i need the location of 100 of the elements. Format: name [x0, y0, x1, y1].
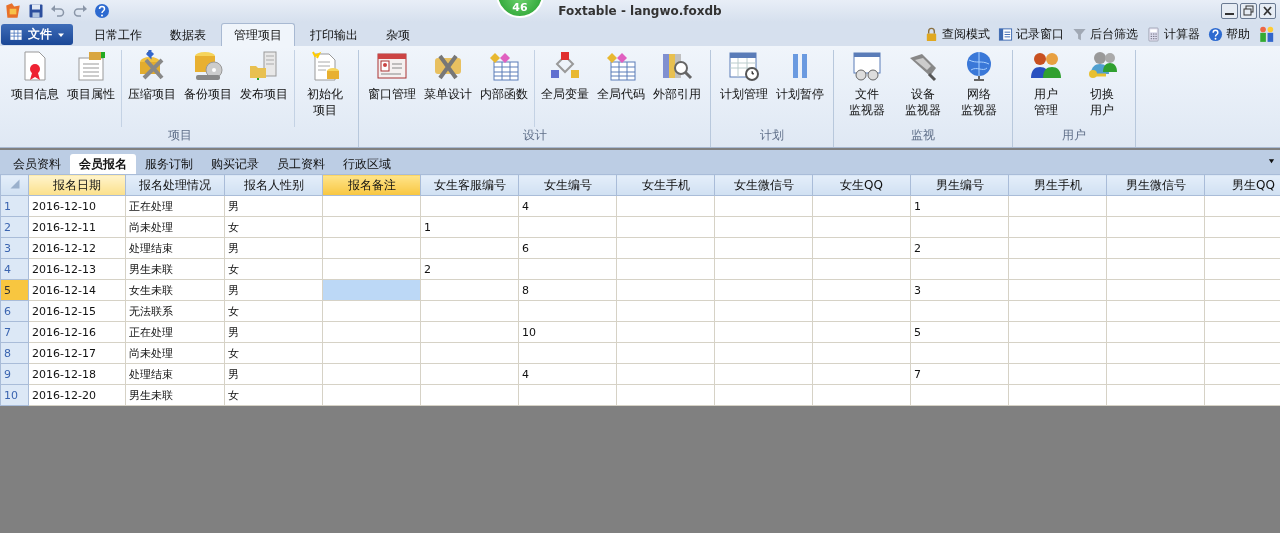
sheet-tab[interactable]: 会员报名: [70, 154, 136, 174]
ribbon-button[interactable]: 压缩项目: [124, 50, 180, 127]
ribbon-tab[interactable]: 管理项目: [221, 23, 295, 46]
table-cell: 6: [518, 237, 617, 259]
restore-button[interactable]: [1240, 3, 1257, 19]
toolbar-button[interactable]: 计算器: [1146, 25, 1200, 43]
table-cell: 2016-12-14: [28, 279, 126, 301]
ribbon-button[interactable]: 计划管理: [716, 50, 772, 127]
table-cell: 2016-12-12: [28, 237, 126, 259]
column-header[interactable]: 女生客服编号: [420, 174, 519, 196]
group-label: 计划: [760, 127, 784, 144]
row-number[interactable]: 9: [0, 363, 29, 385]
table-cell: 男: [224, 237, 323, 259]
dropdown-icon[interactable]: [1267, 158, 1276, 164]
calendar-clock-icon: [728, 50, 760, 82]
table-cell: 尚未处理: [125, 342, 225, 364]
table-cell: 男生未联: [125, 384, 225, 406]
toolbar-button[interactable]: 后台筛选: [1072, 25, 1138, 43]
ribbon-button[interactable]: 项目属性: [63, 50, 119, 127]
toolbar-button[interactable]: 记录窗口: [998, 25, 1064, 43]
sheet-tab[interactable]: 购买记录: [202, 154, 268, 174]
sheet-tab[interactable]: 员工资料: [268, 154, 334, 174]
sheet-tab[interactable]: 行政区域: [334, 154, 400, 174]
column-header[interactable]: 女生编号: [518, 174, 617, 196]
table-cell: 2016-12-20: [28, 384, 126, 406]
file-menu-button[interactable]: 文件: [1, 24, 73, 45]
ribbon-button[interactable]: 全局变量: [537, 50, 593, 127]
row-number[interactable]: 4: [0, 258, 29, 280]
window-glasses-icon: [851, 50, 883, 82]
column-header[interactable]: 报名人性别: [224, 174, 323, 196]
calculator-icon: [1146, 26, 1161, 42]
column-header[interactable]: 男生手机: [1008, 174, 1107, 196]
row-number[interactable]: 8: [0, 342, 29, 364]
sheet-tab[interactable]: 会员资料: [4, 154, 70, 174]
table-cell: 男: [224, 321, 323, 343]
users-icon[interactable]: [1258, 25, 1276, 43]
close-button[interactable]: [1259, 3, 1276, 19]
redo-icon[interactable]: [72, 3, 88, 19]
table-cell: 女: [224, 384, 323, 406]
ribbon-button[interactable]: 全局代码: [593, 50, 649, 127]
row-number[interactable]: 1: [0, 195, 29, 217]
ribbon-tab[interactable]: 杂项: [373, 23, 423, 46]
ribbon-tab[interactable]: 打印输出: [297, 23, 371, 46]
toolbar-button[interactable]: 帮助: [1208, 25, 1250, 43]
row-number[interactable]: 2: [0, 216, 29, 238]
table-cell: 正在处理: [125, 321, 225, 343]
filter-icon: [1072, 26, 1087, 42]
ribbon-button[interactable]: 网络 监视器: [951, 50, 1007, 127]
ribbon-button[interactable]: 初始化 项目: [297, 50, 353, 127]
table-cubes-icon: [488, 50, 520, 82]
table-cell: 2: [420, 258, 519, 280]
app-logo-icon[interactable]: [4, 2, 22, 20]
column-header[interactable]: 报名处理情况: [125, 174, 225, 196]
grid-icon: [9, 28, 23, 41]
minimize-button[interactable]: [1221, 3, 1238, 19]
save-icon[interactable]: [28, 3, 44, 19]
row-number[interactable]: 6: [0, 300, 29, 322]
group-label: 项目: [168, 127, 192, 144]
ribbon-button[interactable]: 内部函数: [476, 50, 532, 127]
table-cell: 男: [224, 195, 323, 217]
ribbon-button[interactable]: 发布项目: [236, 50, 292, 127]
ribbon-button[interactable]: 备份项目: [180, 50, 236, 127]
lock-icon: [924, 26, 939, 42]
row-number[interactable]: 10: [0, 384, 29, 406]
sheet-tab[interactable]: 服务订制: [136, 154, 202, 174]
column-header[interactable]: 男生QQ: [1204, 174, 1280, 196]
toolbar-button[interactable]: 查阅模式: [924, 25, 990, 43]
undo-icon[interactable]: [50, 3, 66, 19]
table-cell: 10: [518, 321, 617, 343]
column-header[interactable]: 女生QQ: [812, 174, 911, 196]
ribbon-tab[interactable]: 数据表: [157, 23, 219, 46]
ribbon-button[interactable]: 窗口管理: [364, 50, 420, 127]
ribbon-button[interactable]: 菜单设计: [420, 50, 476, 127]
ribbon-button[interactable]: 外部引用: [649, 50, 705, 127]
table-cell: 2016-12-17: [28, 342, 126, 364]
table-cell: 女: [224, 300, 323, 322]
ribbon-button[interactable]: 用户 管理: [1018, 50, 1074, 127]
row-number[interactable]: 7: [0, 321, 29, 343]
column-header[interactable]: 报名日期: [28, 174, 126, 196]
column-header[interactable]: 男生编号: [910, 174, 1009, 196]
column-header[interactable]: 女生微信号: [714, 174, 813, 196]
table-cell: 7: [910, 363, 1009, 385]
ribbon-button[interactable]: 切换 用户: [1074, 50, 1130, 127]
table-cell: 男: [224, 363, 323, 385]
ribbon-tab[interactable]: 日常工作: [81, 23, 155, 46]
ribbon-button[interactable]: 文件 监视器: [839, 50, 895, 127]
table-cell: 女: [224, 342, 323, 364]
counter-badge: 46: [496, 0, 544, 18]
column-header[interactable]: 女生手机: [616, 174, 715, 196]
ribbon-button[interactable]: 计划暂停: [772, 50, 828, 127]
ribbon-button[interactable]: 设备 监视器: [895, 50, 951, 127]
table-cell: 2016-12-16: [28, 321, 126, 343]
ribbon-button[interactable]: 项目信息: [7, 50, 63, 127]
help-icon[interactable]: [94, 3, 110, 19]
column-header[interactable]: 报名备注: [322, 174, 421, 196]
row-number[interactable]: 5: [0, 279, 29, 301]
column-header[interactable]: 男生微信号: [1106, 174, 1205, 196]
row-number[interactable]: 3: [0, 237, 29, 259]
table-cell: 2016-12-15: [28, 300, 126, 322]
id-card-icon: [376, 50, 408, 82]
